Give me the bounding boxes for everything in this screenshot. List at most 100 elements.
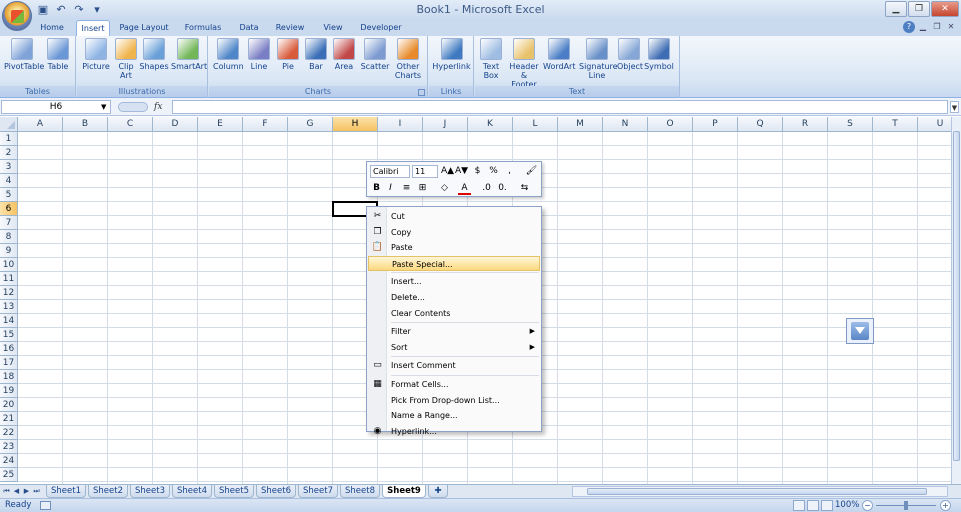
- row-header[interactable]: 3: [0, 160, 18, 174]
- row-header[interactable]: 5: [0, 188, 18, 202]
- row-header[interactable]: 18: [0, 370, 18, 384]
- row-header[interactable]: 12: [0, 286, 18, 300]
- ribbon-button-shapes[interactable]: Shapes: [139, 38, 169, 71]
- row-header[interactable]: 2: [0, 146, 18, 160]
- tab-view[interactable]: View: [314, 20, 352, 36]
- column-header[interactable]: M: [558, 117, 603, 132]
- row-header[interactable]: 1: [0, 132, 18, 146]
- workbook-minimize-icon[interactable]: ▁: [917, 21, 929, 33]
- column-header[interactable]: C: [108, 117, 153, 132]
- column-header[interactable]: P: [693, 117, 738, 132]
- column-header[interactable]: B: [63, 117, 108, 132]
- ribbon-button-picture[interactable]: Picture: [81, 38, 111, 71]
- ribbon-button-pie[interactable]: Pie: [275, 38, 301, 71]
- workbook-restore-icon[interactable]: ❐: [931, 21, 943, 33]
- ribbon-button-wordart[interactable]: WordArt: [543, 38, 575, 71]
- ribbon-button-symbol[interactable]: Symbol: [643, 38, 675, 71]
- column-header[interactable]: N: [603, 117, 648, 132]
- borders-icon[interactable]: ⊞: [416, 182, 429, 195]
- format-painter-icon[interactable]: 🖌: [525, 165, 538, 178]
- tab-formulas[interactable]: Formulas: [178, 20, 228, 36]
- tab-page-layout[interactable]: Page Layout: [114, 20, 174, 36]
- tab-home[interactable]: Home: [36, 20, 68, 36]
- tab-developer[interactable]: Developer: [356, 20, 406, 36]
- menu-item-hyperlink[interactable]: ◉ Hyperlink...: [368, 424, 540, 439]
- minimize-icon[interactable]: ▁: [885, 1, 907, 17]
- column-header[interactable]: J: [423, 117, 468, 132]
- ribbon-button-area[interactable]: Area: [331, 38, 357, 71]
- sheet-tab-sheet1[interactable]: Sheet1: [46, 485, 86, 498]
- column-header[interactable]: I: [378, 117, 423, 132]
- column-header[interactable]: F: [243, 117, 288, 132]
- row-header[interactable]: 7: [0, 216, 18, 230]
- zoom-in-icon[interactable]: +: [940, 500, 951, 511]
- first-sheet-icon[interactable]: ⏮: [2, 486, 11, 497]
- select-all-button[interactable]: [0, 117, 18, 132]
- bold-icon[interactable]: B: [370, 182, 383, 195]
- comma-icon[interactable]: ,: [503, 165, 516, 178]
- decrease-decimal-icon[interactable]: 0.: [496, 182, 509, 195]
- menu-item-clear-contents[interactable]: Clear Contents: [368, 306, 540, 321]
- menu-item-paste[interactable]: 📋 Paste: [368, 240, 540, 255]
- column-header[interactable]: H: [333, 117, 378, 132]
- horizontal-scroll-thumb[interactable]: [587, 488, 927, 495]
- ribbon-button-line[interactable]: Line: [245, 38, 273, 71]
- currency-icon[interactable]: $: [471, 165, 484, 178]
- zoom-level[interactable]: 100%: [835, 500, 859, 510]
- restore-icon[interactable]: ❐: [908, 1, 930, 17]
- column-header[interactable]: S: [828, 117, 873, 132]
- menu-item-name-range[interactable]: Name a Range...: [368, 408, 540, 423]
- tab-insert[interactable]: Insert: [76, 20, 110, 37]
- ribbon-button-smartart[interactable]: SmartArt: [171, 38, 207, 71]
- row-header[interactable]: 23: [0, 440, 18, 454]
- horizontal-scrollbar[interactable]: [572, 486, 948, 497]
- sheet-tab-sheet2[interactable]: Sheet2: [88, 485, 128, 498]
- ribbon-button-object[interactable]: Object: [617, 38, 643, 71]
- column-header[interactable]: O: [648, 117, 693, 132]
- zoom-out-icon[interactable]: −: [862, 500, 873, 511]
- italic-icon[interactable]: I: [384, 182, 397, 195]
- row-header[interactable]: 22: [0, 426, 18, 440]
- column-header[interactable]: T: [873, 117, 918, 132]
- insert-sheet-tab-icon[interactable]: ✚: [428, 485, 448, 498]
- row-header[interactable]: 6: [0, 202, 18, 216]
- ribbon-button-clip-art[interactable]: Clip Art: [115, 38, 137, 80]
- row-header[interactable]: 21: [0, 412, 18, 426]
- menu-item-paste-special[interactable]: Paste Special...: [368, 255, 540, 271]
- ribbon-button-column[interactable]: Column: [213, 38, 244, 71]
- macro-record-icon[interactable]: [40, 501, 51, 510]
- ribbon-button-signature-line[interactable]: Signature Line: [579, 38, 618, 80]
- column-header[interactable]: A: [18, 117, 63, 132]
- percent-icon[interactable]: %: [487, 165, 500, 178]
- font-name-field[interactable]: Calibri: [370, 165, 410, 178]
- row-header[interactable]: 13: [0, 300, 18, 314]
- sheet-tab-sheet4[interactable]: Sheet4: [172, 485, 212, 498]
- normal-view-icon[interactable]: [793, 500, 805, 511]
- sheet-tab-sheet6[interactable]: Sheet6: [256, 485, 296, 498]
- column-header[interactable]: L: [513, 117, 558, 132]
- menu-item-filter[interactable]: Filter ▶: [368, 324, 540, 339]
- column-header[interactable]: D: [153, 117, 198, 132]
- dialog-launcher-icon[interactable]: [418, 89, 425, 96]
- merge-center-icon[interactable]: ⇆: [518, 182, 531, 195]
- row-header[interactable]: 10: [0, 258, 18, 272]
- ribbon-button-hyperlink[interactable]: Hyperlink: [431, 38, 472, 71]
- menu-item-copy[interactable]: ❐ Copy: [368, 225, 540, 240]
- sheet-tab-sheet9[interactable]: Sheet9: [382, 485, 426, 498]
- menu-item-insert[interactable]: Insert...: [368, 274, 540, 289]
- insert-function-button[interactable]: fx: [154, 102, 162, 112]
- row-header[interactable]: 17: [0, 356, 18, 370]
- sheet-tab-sheet3[interactable]: Sheet3: [130, 485, 170, 498]
- increase-decimal-icon[interactable]: .0: [480, 182, 493, 195]
- ribbon-button-bar[interactable]: Bar: [303, 38, 329, 71]
- close-icon[interactable]: ✕: [931, 1, 959, 17]
- prev-sheet-icon[interactable]: ◀: [12, 486, 21, 497]
- grow-font-icon[interactable]: A▲: [441, 165, 454, 178]
- font-color-icon[interactable]: A: [458, 182, 471, 195]
- row-header[interactable]: 24: [0, 454, 18, 468]
- row-header[interactable]: 20: [0, 398, 18, 412]
- menu-item-insert-comment[interactable]: ▭ Insert Comment: [368, 358, 540, 373]
- row-header[interactable]: 8: [0, 230, 18, 244]
- row-header[interactable]: 16: [0, 342, 18, 356]
- column-header[interactable]: E: [198, 117, 243, 132]
